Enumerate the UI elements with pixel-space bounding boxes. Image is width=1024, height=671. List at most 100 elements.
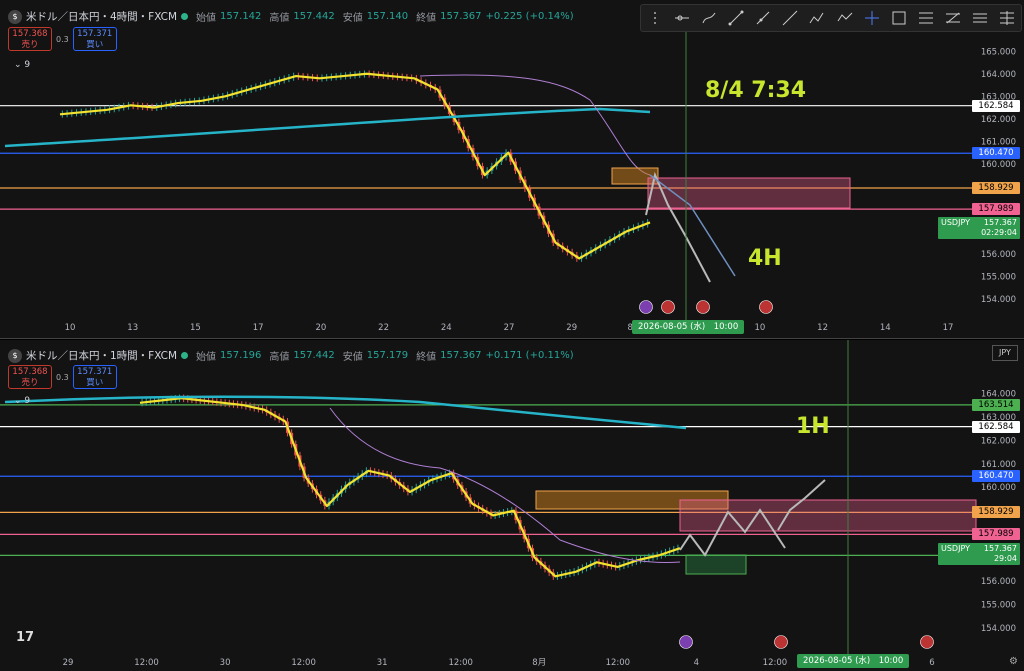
level-price-label: 163.514 bbox=[972, 398, 1020, 411]
usdjpy-flag-icon: $ bbox=[8, 348, 22, 363]
x-tick-label: 13 bbox=[127, 323, 138, 333]
tradingview-logo: 17 bbox=[16, 630, 35, 645]
rectangle-icon[interactable] bbox=[890, 9, 908, 27]
demand-zone-green bbox=[685, 554, 747, 575]
low-value: 157.179 bbox=[366, 350, 409, 361]
y-tick-label: 160.000 bbox=[981, 483, 1016, 493]
spread-value: 0.3 bbox=[56, 34, 69, 44]
sell-button[interactable]: 157.368 売り bbox=[8, 365, 52, 389]
moving-average-200 bbox=[4, 395, 687, 430]
y-tick-label: 156.000 bbox=[981, 250, 1016, 260]
x-tick-label: 12:00 bbox=[291, 658, 316, 668]
bar-countdown: 02:29:04 bbox=[981, 228, 1017, 237]
x-tick-label: 12:00 bbox=[134, 658, 159, 668]
currency-selector[interactable]: JPY bbox=[992, 345, 1018, 361]
sell-price: 157.368 bbox=[12, 367, 48, 377]
buy-label: 買い bbox=[86, 40, 104, 50]
polyline-icon[interactable] bbox=[836, 9, 854, 27]
x-tick-label: 29 bbox=[63, 658, 74, 668]
open-value: 157.196 bbox=[220, 350, 262, 361]
y-tick-label: 164.000 bbox=[981, 70, 1016, 80]
supply-zone-pink bbox=[647, 177, 851, 209]
x-tick-label: 4 bbox=[694, 658, 699, 668]
close-label: 終値 bbox=[416, 13, 437, 24]
supply-zone-pink bbox=[679, 499, 977, 532]
path-icon[interactable] bbox=[808, 9, 826, 27]
symbol-label: USDJPY bbox=[941, 218, 970, 227]
x-tick-label: 17 bbox=[943, 323, 954, 333]
buy-price: 157.371 bbox=[77, 367, 113, 377]
fib-icon[interactable] bbox=[917, 9, 935, 27]
buy-button[interactable]: 157.371 買い bbox=[72, 365, 117, 389]
open-label: 始値 bbox=[196, 13, 217, 24]
extended-line-icon[interactable] bbox=[781, 9, 799, 27]
symbol-title[interactable]: 米ドル／日本円・4時間・FXCM bbox=[26, 9, 177, 24]
high-label: 高値 bbox=[269, 352, 290, 363]
pitchfork-icon[interactable] bbox=[944, 9, 962, 27]
change-value: +0.171 (+0.11%) bbox=[485, 350, 574, 361]
x-tick-label: 10 bbox=[754, 323, 765, 333]
brush-icon[interactable] bbox=[700, 9, 718, 27]
annotation-timeframe: 4H bbox=[748, 246, 782, 271]
symbol-title[interactable]: 米ドル／日本円・1時間・FXCM bbox=[26, 348, 177, 363]
level-price-label: 162.584 bbox=[972, 420, 1020, 433]
symbol-price: 157.367 bbox=[983, 544, 1017, 553]
ray-icon[interactable] bbox=[754, 9, 772, 27]
x-tick-label: 12 bbox=[817, 323, 828, 333]
chart-panel-4h[interactable]: 165.000 164.000 163.000 162.000 161.000 160.0… bbox=[0, 0, 1024, 339]
indicator-toggle[interactable]: ⌄ 9 bbox=[14, 60, 30, 70]
y-tick-label: 162.000 bbox=[981, 436, 1016, 446]
change-value: +0.225 (+0.14%) bbox=[485, 11, 574, 22]
y-tick-label: 155.000 bbox=[981, 272, 1016, 282]
high-value: 157.442 bbox=[293, 350, 335, 361]
y-tick-label: 154.000 bbox=[981, 295, 1016, 305]
level-price-label: 157.989 bbox=[972, 528, 1020, 541]
buy-button[interactable]: 157.371 買い bbox=[72, 27, 117, 51]
chart-canvas-4h[interactable]: 165.000164.000163.000162.000161.000160.0… bbox=[0, 0, 1024, 338]
x-tick-label: 27 bbox=[504, 323, 515, 333]
us-flag-event-icon bbox=[661, 300, 675, 314]
crosshair-time-label: 2026-08-05 (水) 10:00 bbox=[797, 654, 910, 668]
symbol-label: USDJPY bbox=[941, 544, 970, 553]
gann-icon[interactable] bbox=[998, 9, 1016, 27]
x-tick-label: 14 bbox=[880, 323, 891, 333]
low-label: 安値 bbox=[342, 13, 363, 24]
crosshair-icon[interactable] bbox=[863, 9, 881, 27]
parallel-channel-icon[interactable] bbox=[971, 9, 989, 27]
settings-gear-icon[interactable]: ⚙ bbox=[1009, 656, 1018, 667]
symbol-price-tag: USDJPY 157.367 02:29:04 bbox=[938, 217, 1020, 239]
lightning-event-icon bbox=[679, 635, 693, 649]
zigzag-line bbox=[59, 72, 651, 260]
x-tick-label: 30 bbox=[220, 658, 231, 668]
chart-header-4h: $ 米ドル／日本円・4時間・FXCM 始値 157.142 高値 157.442 安… bbox=[8, 9, 574, 24]
quote-box-4h: 157.368 売り 0.3 157.371 買い bbox=[8, 27, 117, 51]
x-tick-label: 22 bbox=[378, 323, 389, 333]
trend-line-icon[interactable] bbox=[727, 9, 745, 27]
x-tick-label: 17 bbox=[253, 323, 264, 333]
drag-dots-icon[interactable] bbox=[646, 9, 664, 27]
chart-canvas-1h[interactable]: 164.000163.000162.000161.000160.000156.0… bbox=[0, 340, 1024, 671]
level-price-label: 158.929 bbox=[972, 181, 1020, 194]
symbol-price: 157.367 bbox=[983, 218, 1017, 227]
moving-average-200 bbox=[4, 107, 651, 148]
y-tick-label: 160.000 bbox=[981, 160, 1016, 170]
y-tick-label: 154.000 bbox=[981, 624, 1016, 634]
drawing-toolbar bbox=[640, 4, 1022, 32]
x-tick-label: 6 bbox=[929, 658, 934, 668]
level-price-label: 158.929 bbox=[972, 506, 1020, 519]
x-tick-label: 24 bbox=[441, 323, 452, 333]
y-tick-label: 164.000 bbox=[981, 389, 1016, 399]
x-tick-label: 12:00 bbox=[448, 658, 473, 668]
lightning-event-icon bbox=[639, 300, 653, 314]
chart-panel-1h[interactable]: 164.000 163.000 162.000 161.000 160.000 156.0… bbox=[0, 340, 1024, 671]
horizontal-ray-icon[interactable] bbox=[673, 9, 691, 27]
level-price-label: 157.989 bbox=[972, 203, 1020, 216]
x-tick-label: 20 bbox=[315, 323, 326, 333]
chart-header-1h: $ 米ドル／日本円・1時間・FXCM 始値 157.196 高値 157.442 安… bbox=[8, 348, 574, 363]
close-value: 157.367 bbox=[440, 350, 482, 361]
high-label: 高値 bbox=[269, 13, 290, 24]
us-flag-event-icon bbox=[696, 300, 710, 314]
sell-button[interactable]: 157.368 売り bbox=[8, 27, 52, 51]
buy-label: 買い bbox=[86, 378, 104, 388]
indicator-toggle[interactable]: ⌄ 9 bbox=[14, 396, 30, 406]
